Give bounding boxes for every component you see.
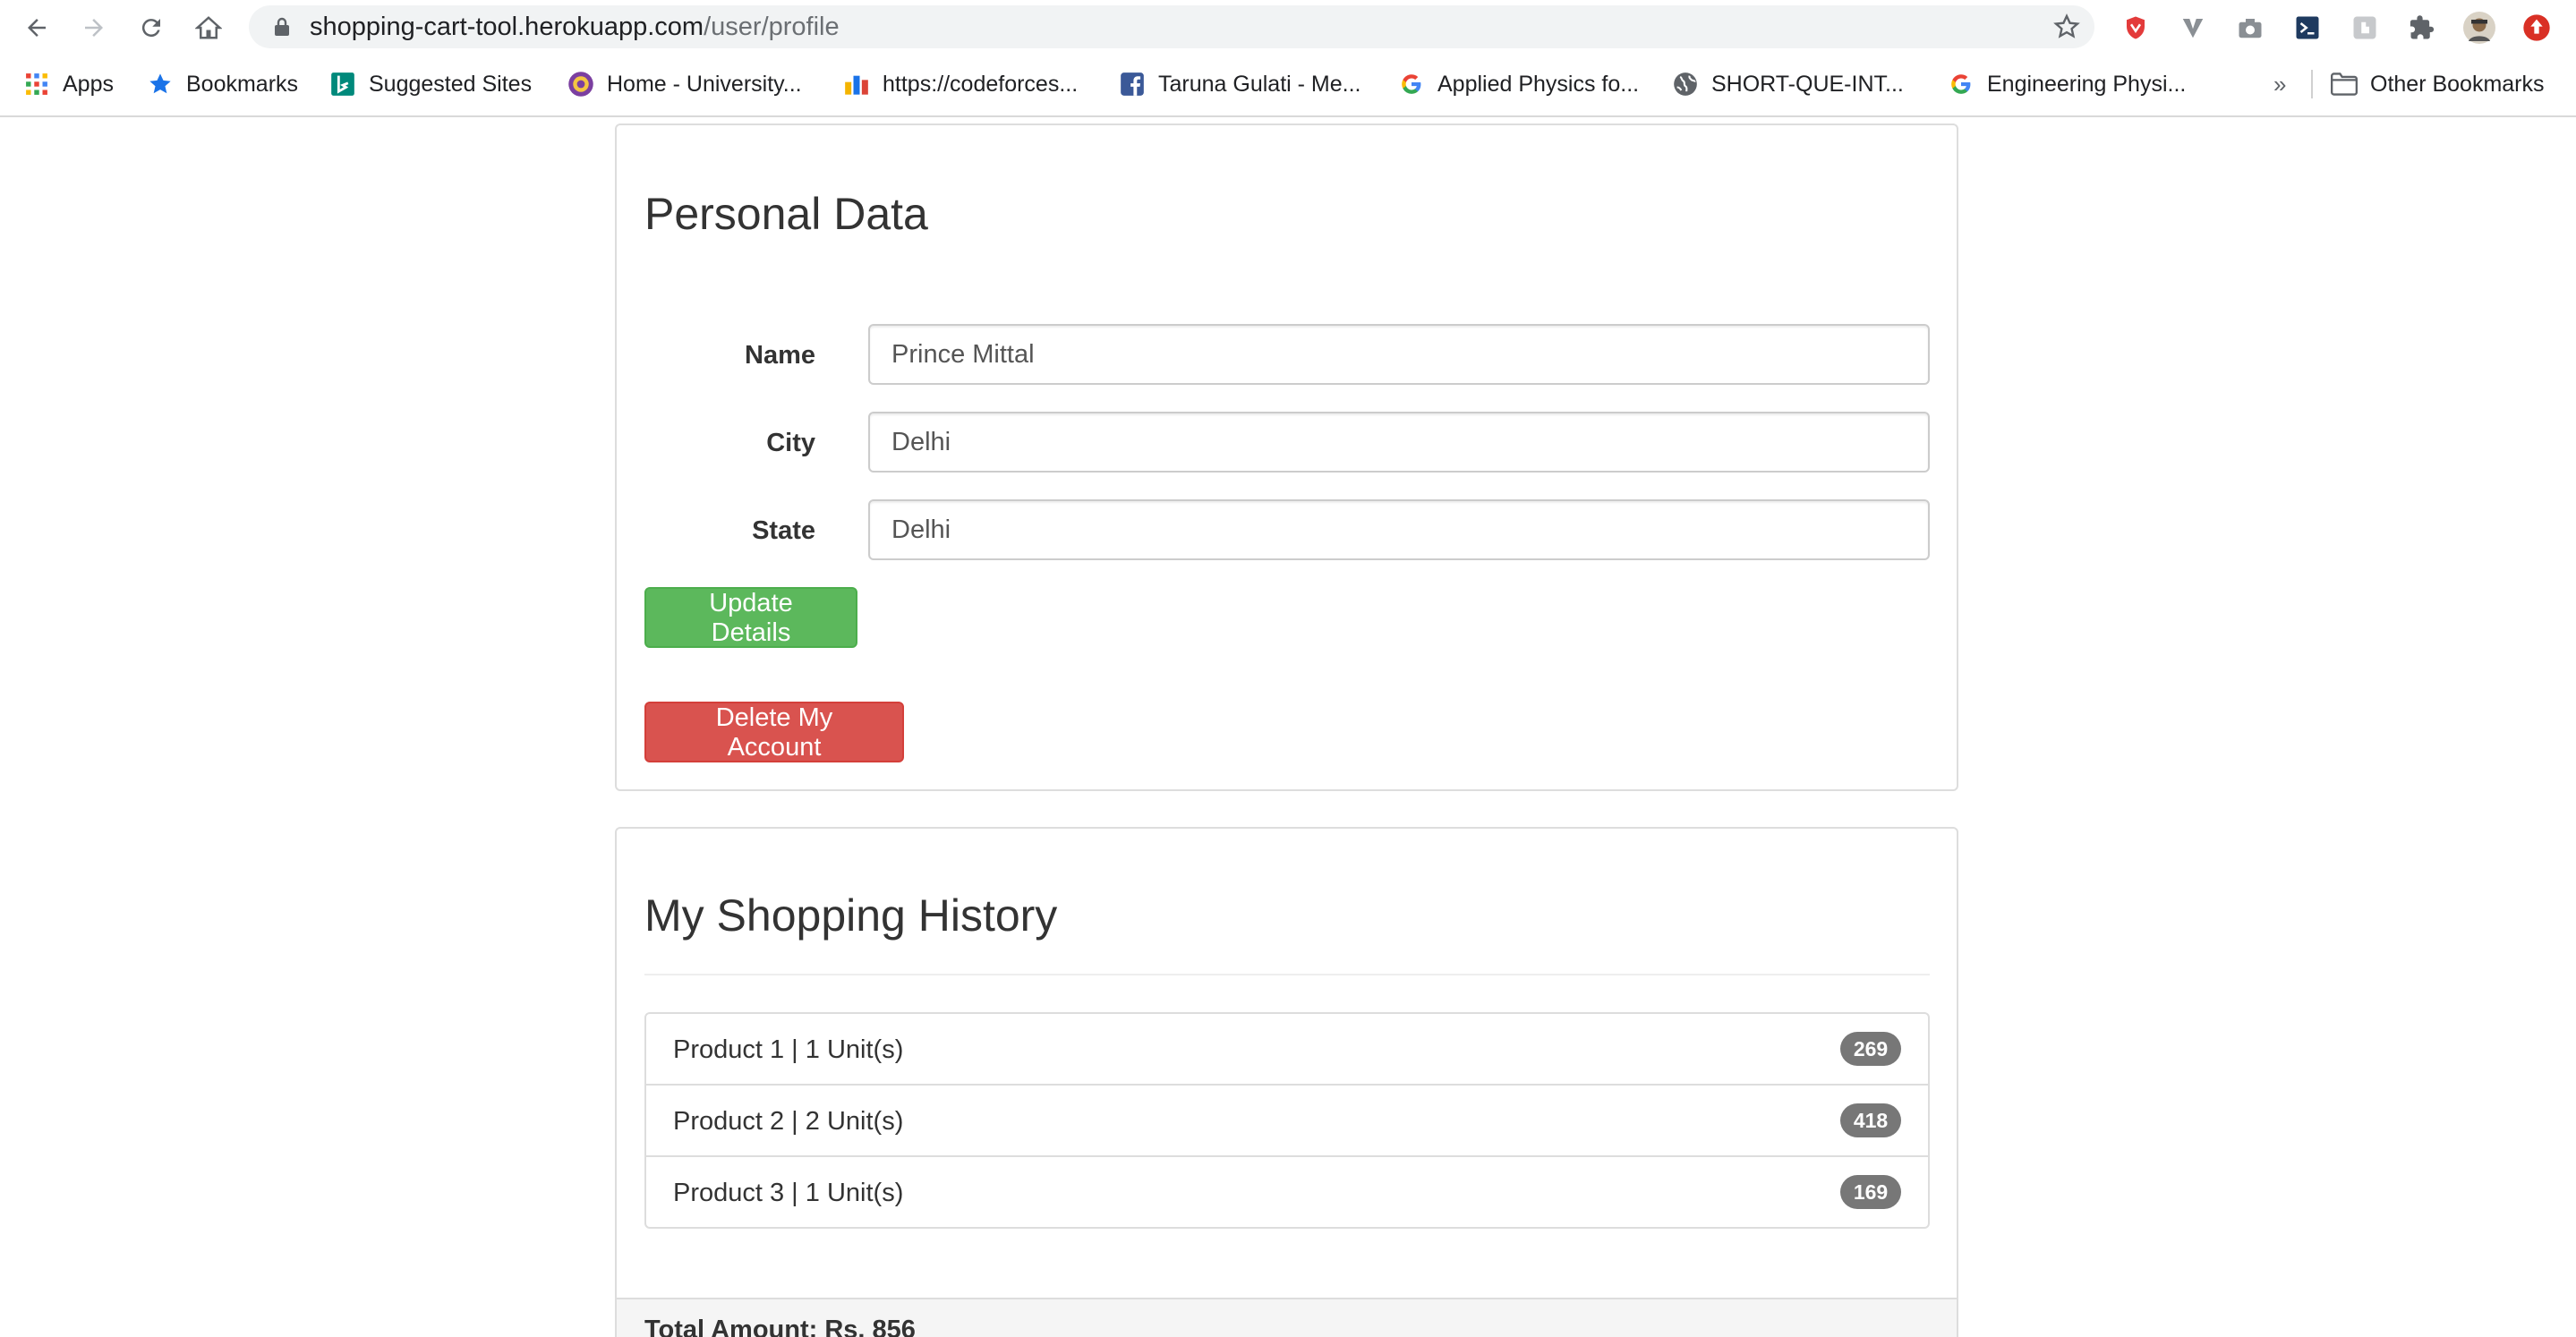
state-label: State <box>752 516 815 545</box>
star-icon <box>147 71 174 98</box>
shield-icon <box>2127 16 2145 39</box>
reload-button[interactable] <box>131 7 172 48</box>
delete-account-button[interactable]: Delete My Account <box>644 702 904 762</box>
bookmark-university[interactable]: Home - University... <box>567 63 802 106</box>
bookmark-label: https://codeforces... <box>883 71 1079 97</box>
bookmark-label: Apps <box>63 71 114 97</box>
avatar-icon <box>2463 12 2495 44</box>
bookmark-label: Applied Physics fo... <box>1437 71 1640 97</box>
price-badge: 269 <box>1840 1032 1901 1066</box>
history-item-text: Product 3 | 1 Unit(s) <box>673 1179 904 1207</box>
profile-avatar[interactable] <box>2461 10 2497 46</box>
history-list: Product 1 | 1 Unit(s) 269 Product 2 | 2 … <box>644 1012 1930 1229</box>
history-item: Product 1 | 1 Unit(s) 269 <box>644 1012 1930 1086</box>
total-amount: Total Amount: Rs. 856 <box>644 1316 916 1337</box>
bookmark-engineering-physics[interactable]: Engineering Physi... <box>1948 63 2186 106</box>
browser-chrome: shopping-cart-tool.herokuapp.com/user/pr… <box>0 0 2576 117</box>
personal-data-panel: Personal Data Name City State Update Det… <box>615 123 1958 791</box>
history-item-text: Product 1 | 1 Unit(s) <box>673 1035 904 1064</box>
puzzle-box-icon <box>2353 16 2376 39</box>
bookmark-other-bookmarks[interactable]: Other Bookmarks <box>2331 63 2545 106</box>
personal-data-heading: Personal Data <box>644 189 928 239</box>
bookmark-short-que[interactable]: SHORT-QUE-INT... <box>1672 63 1904 106</box>
bookmark-apps[interactable]: Apps <box>23 63 114 106</box>
home-icon <box>195 16 222 39</box>
bookmarks-separator <box>2311 70 2313 98</box>
shopping-history-heading: My Shopping History <box>644 890 1058 941</box>
city-label: City <box>766 429 815 457</box>
forward-arrow-icon <box>85 19 103 37</box>
price-badge: 418 <box>1840 1103 1901 1137</box>
bing-icon <box>329 71 356 98</box>
bookmark-taruna-gulati[interactable]: Taruna Gulati - Me... <box>1119 63 1361 106</box>
bookmark-label: Other Bookmarks <box>2370 71 2545 97</box>
bookmark-star-button[interactable] <box>2050 10 2084 44</box>
bookmark-codeforces[interactable]: https://codeforces... <box>843 63 1078 106</box>
city-input[interactable] <box>868 412 1930 473</box>
browser-toolbar: shopping-cart-tool.herokuapp.com/user/pr… <box>0 0 2576 55</box>
globe-icon <box>1672 71 1699 98</box>
extension-shield[interactable] <box>2118 10 2154 46</box>
bookmark-label: Engineering Physi... <box>1987 71 2187 97</box>
bookmark-label: SHORT-QUE-INT... <box>1711 71 1904 97</box>
lock-icon <box>275 17 289 36</box>
address-bar[interactable]: shopping-cart-tool.herokuapp.com/user/pr… <box>249 5 2094 48</box>
heading-divider <box>644 974 1930 975</box>
codeforces-icon <box>843 71 870 98</box>
url-host: shopping-cart-tool.herokuapp.com <box>310 13 704 41</box>
bookmarks-bar: Apps Bookmarks Suggested Sites Home - Un… <box>0 63 2576 106</box>
url-text: shopping-cart-tool.herokuapp.com/user/pr… <box>310 5 840 48</box>
university-icon <box>567 71 594 98</box>
update-chrome-button[interactable] <box>2519 10 2555 46</box>
star-outline-icon <box>2053 13 2080 38</box>
camera-icon <box>2239 19 2262 38</box>
extension-vimium[interactable] <box>2175 10 2211 46</box>
bookmark-label: Bookmarks <box>186 71 299 97</box>
home-button[interactable] <box>188 7 229 48</box>
bookmark-label: Home - University... <box>607 71 802 97</box>
history-item-text: Product 2 | 2 Unit(s) <box>673 1107 904 1136</box>
extension-gray[interactable] <box>2347 10 2383 46</box>
apps-grid-icon <box>23 71 50 98</box>
folder-icon <box>2331 71 2358 98</box>
puzzle-piece-icon <box>2410 15 2435 39</box>
history-item: Product 3 | 1 Unit(s) 169 <box>644 1155 1930 1229</box>
reload-icon <box>141 19 160 38</box>
bookmark-label: Suggested Sites <box>369 71 533 97</box>
name-input[interactable] <box>868 324 1930 385</box>
history-item: Product 2 | 2 Unit(s) 418 <box>644 1084 1930 1157</box>
forward-button[interactable] <box>73 7 115 48</box>
back-button[interactable] <box>16 7 57 48</box>
google-icon <box>1398 71 1425 98</box>
facebook-icon <box>1119 71 1146 98</box>
bookmark-label: Taruna Gulati - Me... <box>1158 71 1361 97</box>
price-badge: 169 <box>1840 1175 1901 1209</box>
extension-screenshot[interactable] <box>2232 10 2268 46</box>
v-logo-icon <box>2182 19 2204 38</box>
update-arrow-icon <box>2523 14 2550 41</box>
history-footer: Total Amount: Rs. 856 <box>617 1298 1957 1337</box>
code-box-icon <box>2296 16 2319 39</box>
extension-terminal[interactable] <box>2290 10 2325 46</box>
shopping-history-panel: My Shopping History Product 1 | 1 Unit(s… <box>615 827 1958 1337</box>
url-path: /user/profile <box>704 13 840 41</box>
back-arrow-icon <box>28 19 46 37</box>
bookmark-applied-physics[interactable]: Applied Physics fo... <box>1398 63 1639 106</box>
bookmarks-overflow-button[interactable]: » <box>2273 63 2286 106</box>
update-details-button[interactable]: Update Details <box>644 587 857 648</box>
name-label: Name <box>745 341 815 370</box>
bookmark-bookmarks[interactable]: Bookmarks <box>147 63 298 106</box>
overflow-chevron-icon: » <box>2273 70 2287 98</box>
bookmark-suggested-sites[interactable]: Suggested Sites <box>329 63 532 106</box>
state-input[interactable] <box>868 499 1930 560</box>
google-icon <box>1948 71 1975 98</box>
extensions-menu-button[interactable] <box>2404 10 2440 46</box>
